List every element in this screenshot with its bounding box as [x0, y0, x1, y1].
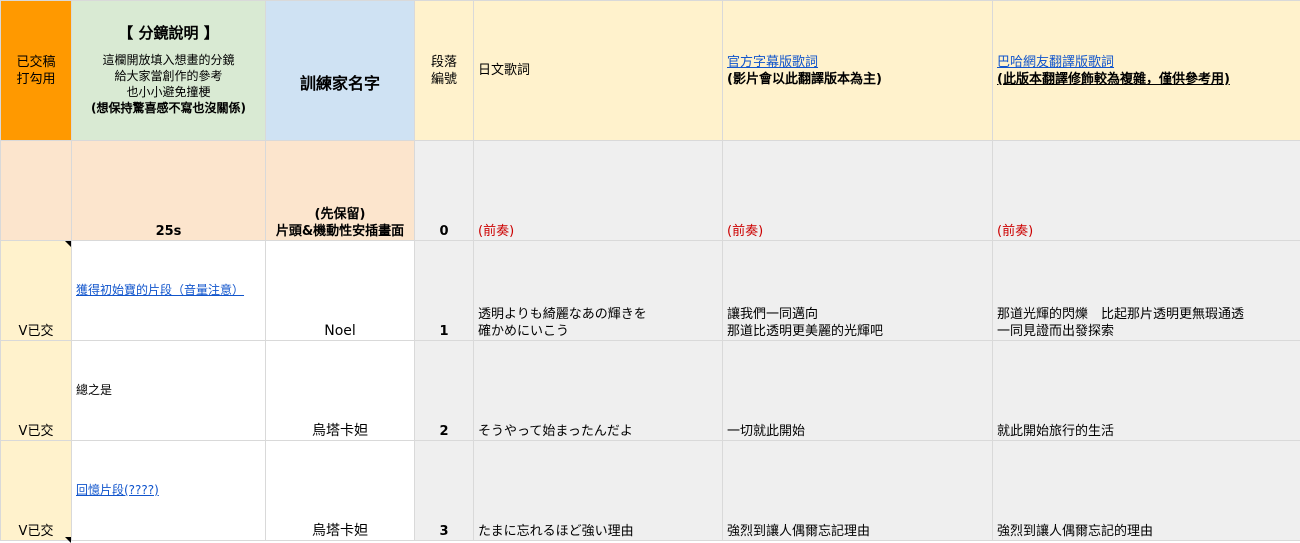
storyboard-header-note: 這欄開放填入想畫的分鏡 給大家當創作的參考 也小小避免撞梗 (想保持驚喜感不寫也… [76, 52, 261, 116]
comment-marker-icon[interactable] [65, 537, 71, 543]
storyboard-link[interactable]: 獲得初始寶的片段（音量注意） [76, 283, 244, 297]
submitted-cell[interactable]: V已交 [1, 241, 72, 341]
japanese-line1: 透明よりも綺麗なあの輝きを [478, 306, 718, 323]
bahamut-line1: 那道光輝的閃爍 比起那片透明更無瑕通透 [997, 306, 1296, 323]
bahamut-line2: 一同見證而出發探索 [997, 323, 1296, 340]
trainer-line1: (先保留) [270, 206, 410, 223]
storyboard-header-title: 【 分鏡說明 】 [76, 25, 261, 42]
storyboard-note-line3: 也小小避免撞梗 [76, 84, 261, 100]
storyboard-link[interactable]: 回憶片段(????) [76, 483, 159, 497]
storyboard-cell[interactable]: 25s [72, 141, 266, 241]
japanese-line2: 確かめにいこう [478, 323, 718, 340]
trainer-cell[interactable]: 烏塔卡妲 [266, 341, 415, 441]
official-cell[interactable]: 一切就此開始 [723, 341, 993, 441]
japanese-cell[interactable]: 透明よりも綺麗なあの輝きを 確かめにいこう [474, 241, 723, 341]
official-cell[interactable]: 強烈到讓人偶爾忘記理由 [723, 441, 993, 541]
bahamut-cell[interactable]: 那道光輝的閃爍 比起那片透明更無瑕通透 一同見證而出發探索 [993, 241, 1300, 341]
official-cell[interactable]: (前奏) [723, 141, 993, 241]
official-header-cell[interactable]: 官方字幕版歌詞 (影片會以此翻譯版本為主) [723, 1, 993, 141]
segment-cell[interactable]: 2 [415, 341, 474, 441]
segment-cell[interactable]: 0 [415, 141, 474, 241]
segment-header-line2: 編號 [419, 71, 469, 88]
submitted-cell[interactable] [1, 141, 72, 241]
submitted-header-line2: 打勾用 [5, 71, 67, 88]
official-cell[interactable]: 讓我們一同邁向 那道比透明更美麗的光輝吧 [723, 241, 993, 341]
submitted-header-line1: 已交稿 [5, 54, 67, 71]
trainer-header-cell[interactable]: 訓練家名字 [266, 1, 415, 141]
bahamut-cell[interactable]: 強烈到讓人偶爾忘記的理由 [993, 441, 1300, 541]
table-row: V已交 總之是 烏塔卡妲 2 そうやって始まったんだよ 一切就此開始 就此開始旅… [1, 341, 1300, 441]
storyboard-cell[interactable]: 總之是 [72, 341, 266, 441]
bahamut-cell[interactable]: 就此開始旅行的生活 [993, 341, 1300, 441]
trainer-cell[interactable]: (先保留) 片頭&機動性安插畫面 [266, 141, 415, 241]
storyboard-note-line2: 給大家當創作的參考 [76, 68, 261, 84]
storyboard-header-cell[interactable]: 【 分鏡說明 】 這欄開放填入想畫的分鏡 給大家當創作的參考 也小小避免撞梗 (… [72, 1, 266, 141]
japanese-cell[interactable]: (前奏) [474, 141, 723, 241]
storyboard-note-line1: 這欄開放填入想畫的分鏡 [76, 52, 261, 68]
comment-marker-icon[interactable] [65, 241, 71, 247]
storyboard-note-line4: (想保持驚喜感不寫也沒關係) [76, 100, 261, 116]
official-header-note: (影片會以此翻譯版本為主) [727, 71, 988, 88]
submitted-header-cell[interactable]: 已交稿 打勾用 [1, 1, 72, 141]
segment-cell[interactable]: 1 [415, 241, 474, 341]
bahamut-lyrics-link[interactable]: 巴哈網友翻譯版歌詞 [997, 54, 1296, 71]
table-row: 25s (先保留) 片頭&機動性安插畫面 0 (前奏) (前奏) (前奏) [1, 141, 1300, 241]
segment-header-cell[interactable]: 段落 編號 [415, 1, 474, 141]
bahamut-cell[interactable]: (前奏) [993, 141, 1300, 241]
trainer-header-title: 訓練家名字 [270, 49, 410, 92]
trainer-line2: 片頭&機動性安插畫面 [270, 223, 410, 240]
storyboard-cell[interactable]: 獲得初始寶的片段（音量注意） [72, 241, 266, 341]
japanese-cell[interactable]: そうやって始まったんだよ [474, 341, 723, 441]
segment-header-line1: 段落 [419, 54, 469, 71]
storyboard-text: 總之是 [76, 383, 112, 397]
segment-cell[interactable]: 3 [415, 441, 474, 541]
official-lyrics-link[interactable]: 官方字幕版歌詞 [727, 54, 988, 71]
japanese-cell[interactable]: たまに忘れるほど強い理由 [474, 441, 723, 541]
official-line2: 那道比透明更美麗的光輝吧 [727, 323, 988, 340]
japanese-header-cell[interactable]: 日文歌詞 [474, 1, 723, 141]
header-row: 已交稿 打勾用 【 分鏡說明 】 這欄開放填入想畫的分鏡 給大家當創作的參考 也… [1, 1, 1300, 141]
storyboard-cell[interactable]: 回憶片段(????) [72, 441, 266, 541]
trainer-cell[interactable]: 烏塔卡妲 [266, 441, 415, 541]
lyrics-spreadsheet: 已交稿 打勾用 【 分鏡說明 】 這欄開放填入想畫的分鏡 給大家當創作的參考 也… [0, 0, 1300, 541]
official-line1: 讓我們一同邁向 [727, 306, 988, 323]
table-row: V已交 回憶片段(????) 烏塔卡妲 3 たまに忘れるほど強い理由 強烈到讓人… [1, 441, 1300, 541]
bahamut-header-note: (此版本翻譯修飾較為複雜，僅供參考用) [997, 71, 1296, 88]
bahamut-header-cell[interactable]: 巴哈網友翻譯版歌詞 (此版本翻譯修飾較為複雜，僅供參考用) [993, 1, 1300, 141]
table-row: V已交 獲得初始寶的片段（音量注意） Noel 1 透明よりも綺麗なあの輝きを … [1, 241, 1300, 341]
submitted-cell[interactable]: V已交 [1, 441, 72, 541]
trainer-cell[interactable]: Noel [266, 241, 415, 341]
japanese-header-title: 日文歌詞 [478, 63, 530, 78]
submitted-cell[interactable]: V已交 [1, 341, 72, 441]
